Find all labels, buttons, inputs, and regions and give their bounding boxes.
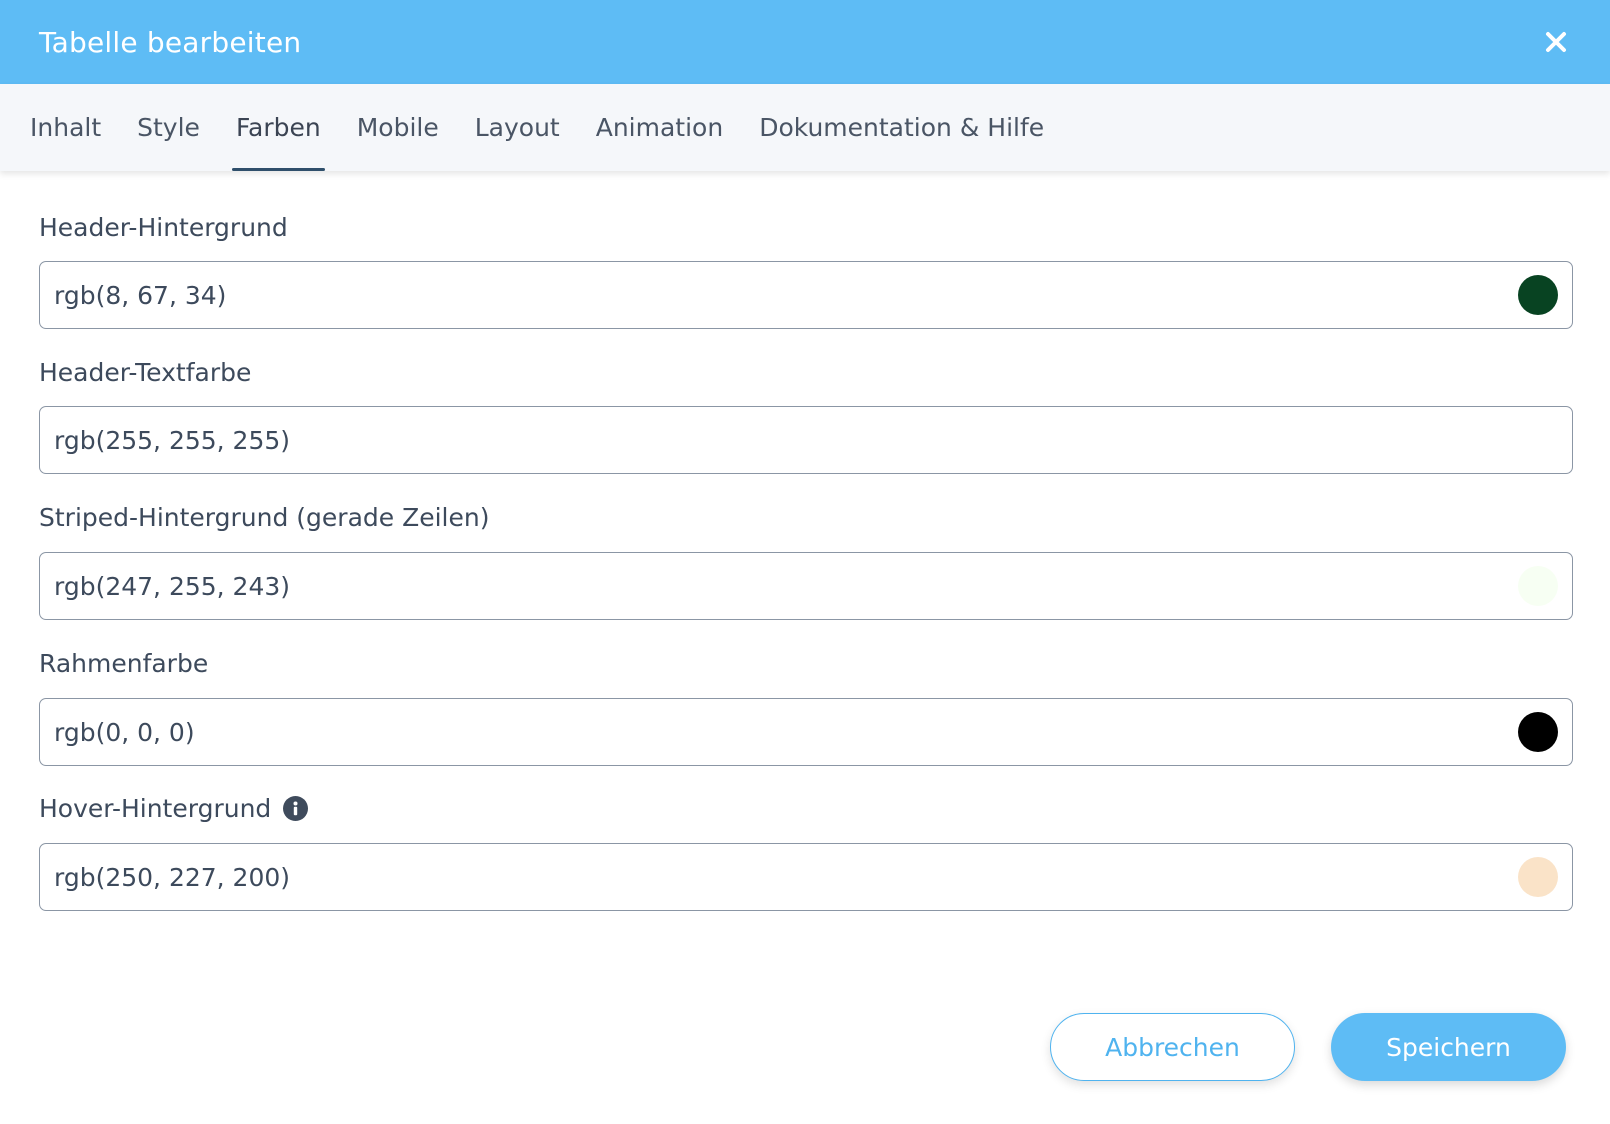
tab-animation[interactable]: Animation — [578, 84, 741, 171]
color-input-box — [39, 843, 1573, 911]
info-glyph-icon — [293, 801, 298, 816]
field-label: Header-Textfarbe — [39, 358, 252, 387]
border-color-input[interactable] — [54, 702, 1354, 762]
header-text-color-input[interactable] — [54, 410, 1354, 470]
color-swatch[interactable] — [1518, 712, 1558, 752]
striped-background-input[interactable] — [54, 556, 1354, 616]
tab-bar: Inhalt Style Farben Mobile Layout Animat… — [0, 84, 1610, 171]
color-swatch[interactable] — [1518, 857, 1558, 897]
color-input-box — [39, 552, 1573, 620]
info-icon[interactable] — [283, 796, 309, 821]
dialog-title: Tabelle bearbeiten — [39, 25, 302, 59]
tab-farben[interactable]: Farben — [218, 84, 339, 171]
color-input-box — [39, 406, 1573, 474]
tab-mobile[interactable]: Mobile — [339, 84, 457, 171]
color-swatch[interactable] — [1518, 275, 1558, 315]
hover-background-input[interactable] — [54, 847, 1354, 907]
cancel-button[interactable]: Abbrechen — [1050, 1013, 1295, 1081]
edit-table-dialog: Tabelle bearbeiten Inhalt Style Farben M… — [0, 0, 1610, 1124]
field-label: Header-Hintergrund — [39, 213, 288, 242]
tab-inhalt[interactable]: Inhalt — [12, 84, 119, 171]
tab-style[interactable]: Style — [119, 84, 218, 171]
color-swatch[interactable] — [1518, 420, 1558, 460]
tab-dokumentation-hilfe[interactable]: Dokumentation & Hilfe — [741, 84, 1062, 171]
save-button[interactable]: Speichern — [1331, 1013, 1566, 1081]
field-label: Hover-Hintergrund — [39, 794, 309, 823]
field-label: Striped-Hintergrund (gerade Zeilen) — [39, 503, 490, 532]
dialog-titlebar: Tabelle bearbeiten — [0, 0, 1610, 84]
color-input-box — [39, 261, 1573, 329]
color-input-box — [39, 698, 1573, 766]
header-background-input[interactable] — [54, 265, 1354, 325]
field-label: Rahmenfarbe — [39, 649, 209, 678]
color-swatch[interactable] — [1518, 566, 1558, 606]
tab-layout[interactable]: Layout — [457, 84, 578, 171]
close-icon — [1546, 32, 1566, 52]
close-button[interactable] — [1538, 24, 1574, 60]
